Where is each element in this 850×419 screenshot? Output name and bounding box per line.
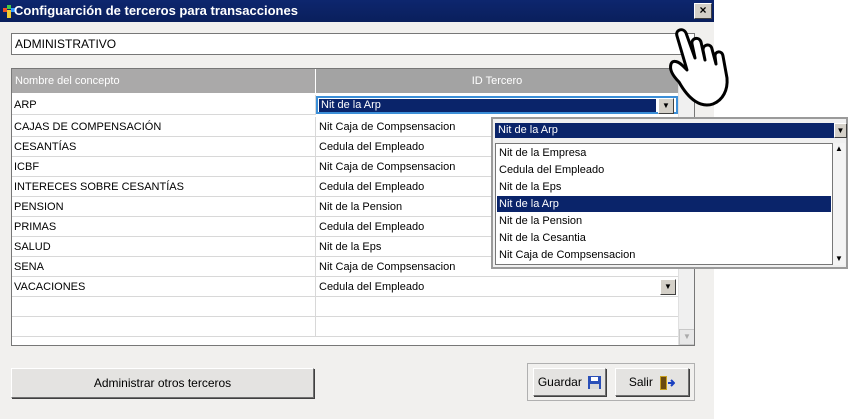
- concept-cell[interactable]: VACACIONES: [12, 277, 316, 297]
- save-button[interactable]: Guardar: [533, 368, 606, 396]
- window-title: Configuarción de terceros para transacci…: [14, 3, 298, 18]
- dropdown-option[interactable]: Nit de la Pension: [497, 213, 831, 229]
- dropdown-option[interactable]: Nit Caja de Compsensacion: [497, 247, 831, 263]
- dropdown-selected-value[interactable]: Nit de la Arp: [495, 123, 834, 138]
- exit-button[interactable]: Salir: [615, 368, 689, 396]
- table-row-empty[interactable]: [12, 317, 678, 337]
- admin-terceros-button[interactable]: Administrar otros terceros: [11, 368, 314, 398]
- column-header-tercero[interactable]: ID Tercero: [316, 69, 678, 93]
- admin-terceros-label: Administrar otros terceros: [93, 376, 232, 390]
- empty-cell[interactable]: [12, 297, 316, 317]
- concept-cell[interactable]: PRIMAS: [12, 217, 316, 237]
- chevron-down-icon[interactable]: ▼: [660, 279, 676, 295]
- dropdown-option[interactable]: Nit de la Cesantia: [497, 230, 831, 246]
- tercero-combo-active[interactable]: Nit de la Arp ▼: [316, 96, 678, 114]
- chevron-down-icon[interactable]: ▼: [834, 123, 847, 138]
- exit-label: Salir: [628, 375, 653, 389]
- concept-cell[interactable]: CESANTÍAS: [12, 137, 316, 157]
- dropdown-options-list[interactable]: Nit de la Empresa Cedula del Empleado Ni…: [495, 143, 833, 265]
- scroll-up-icon[interactable]: ▲: [833, 143, 845, 155]
- concept-cell[interactable]: SALUD: [12, 237, 316, 257]
- concept-cell[interactable]: INTERECES SOBRE CESANTÍAS: [12, 177, 316, 197]
- table-row-empty[interactable]: [12, 297, 678, 317]
- tercero-combo-value: Nit de la Arp: [319, 99, 656, 112]
- exit-door-icon: [660, 375, 676, 390]
- concept-cell[interactable]: PENSION: [12, 197, 316, 217]
- title-bar: Configuarción de terceros para transacci…: [0, 0, 714, 22]
- table-row[interactable]: ARP Nit de la Arp ▼: [12, 95, 678, 115]
- floppy-disk-icon: [588, 376, 602, 390]
- concept-cell[interactable]: ARP: [12, 95, 316, 115]
- dropdown-scrollbar[interactable]: ▲ ▼: [833, 143, 845, 265]
- concept-cell[interactable]: ICBF: [12, 157, 316, 177]
- dropdown-option[interactable]: Nit de la Eps: [497, 179, 831, 195]
- hand-pointer-icon: [669, 28, 729, 107]
- dropdown-option[interactable]: Nit de la Empresa: [497, 145, 831, 161]
- scroll-down-icon[interactable]: ▼: [679, 329, 694, 345]
- department-field[interactable]: ADMINISTRATIVO: [11, 33, 695, 55]
- dropdown-option-highlighted[interactable]: Nit de la Arp: [497, 196, 831, 212]
- close-button[interactable]: ×: [694, 3, 712, 19]
- scroll-down-icon[interactable]: ▼: [833, 253, 845, 265]
- empty-cell[interactable]: [316, 297, 678, 317]
- tercero-cell[interactable]: Cedula del Empleado: [316, 277, 678, 297]
- tercero-dropdown[interactable]: Nit de la Arp ▼ Nit de la Empresa Cedula…: [491, 117, 848, 269]
- dropdown-option[interactable]: Cedula del Empleado: [497, 162, 831, 178]
- empty-cell[interactable]: [12, 317, 316, 337]
- empty-cell[interactable]: [316, 317, 678, 337]
- table-row[interactable]: VACACIONES Cedula del Empleado ▼: [12, 277, 678, 297]
- save-label: Guardar: [537, 375, 582, 389]
- column-header-concept[interactable]: Nombre del concepto: [12, 69, 316, 93]
- concept-cell[interactable]: CAJAS DE COMPENSACIÓN: [12, 117, 316, 137]
- concept-cell[interactable]: SENA: [12, 257, 316, 277]
